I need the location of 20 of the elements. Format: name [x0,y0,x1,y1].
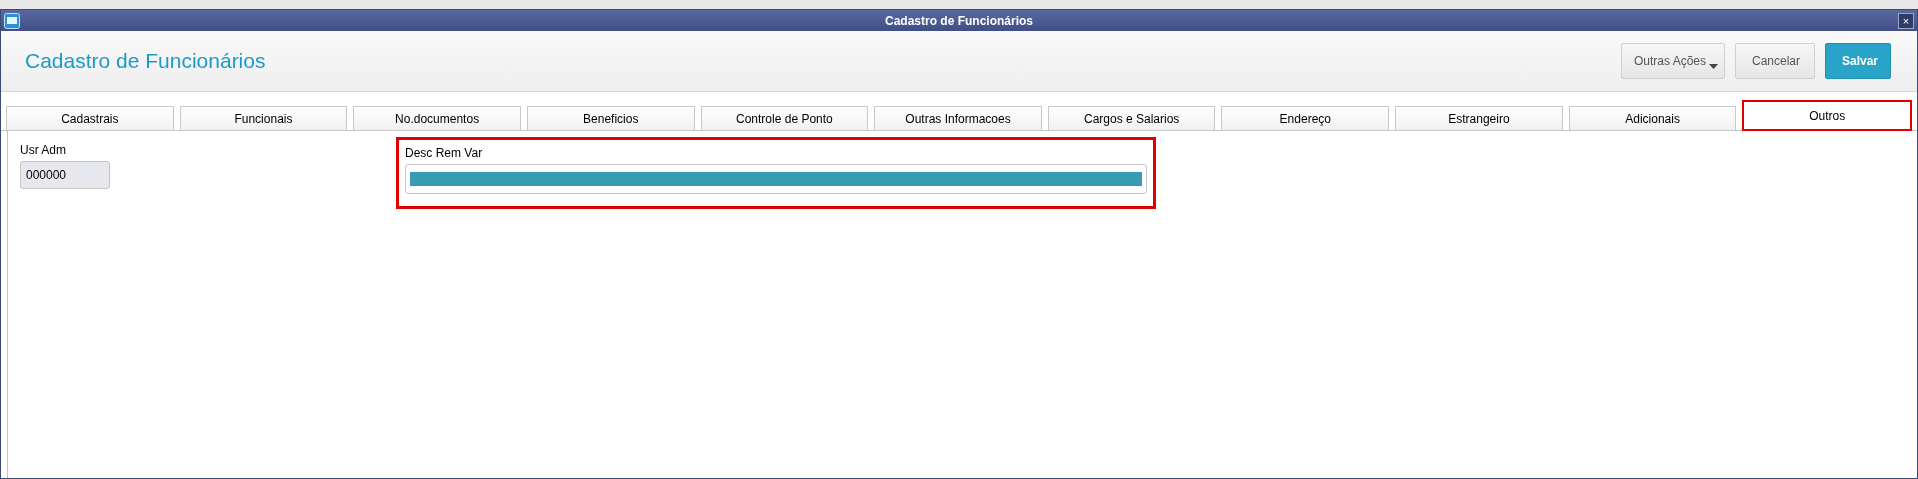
field-label: Desc Rem Var [405,145,484,162]
tab[interactable]: Adicionais [1568,106,1737,130]
field-label: Usr Adm [20,142,67,159]
tab[interactable]: Cadastrais [6,106,174,130]
close-button[interactable]: × [1898,12,1914,29]
window-icon [4,12,20,29]
tab[interactable]: Outras Informacoes [874,106,1042,130]
tab[interactable]: Outros [1742,100,1913,131]
tab[interactable]: Funcionais [179,106,348,130]
tab[interactable]: Controle de Ponto [700,106,869,130]
tab[interactable]: Beneficios [526,106,695,130]
caret-icon [1709,64,1718,69]
actions-dropdown[interactable]: Outras Ações [1621,43,1725,79]
tab[interactable]: Endereço [1221,106,1390,130]
tab[interactable]: Estrangeiro [1395,106,1563,130]
tab[interactable]: No.documentos [353,106,521,130]
window-title: Cadastro de Funcionários [884,12,1034,30]
tab[interactable]: Cargos e Salarios [1047,106,1216,130]
page-title: Cadastro de Funcionários [25,48,266,75]
cancel-button[interactable]: Cancelar [1735,43,1815,79]
